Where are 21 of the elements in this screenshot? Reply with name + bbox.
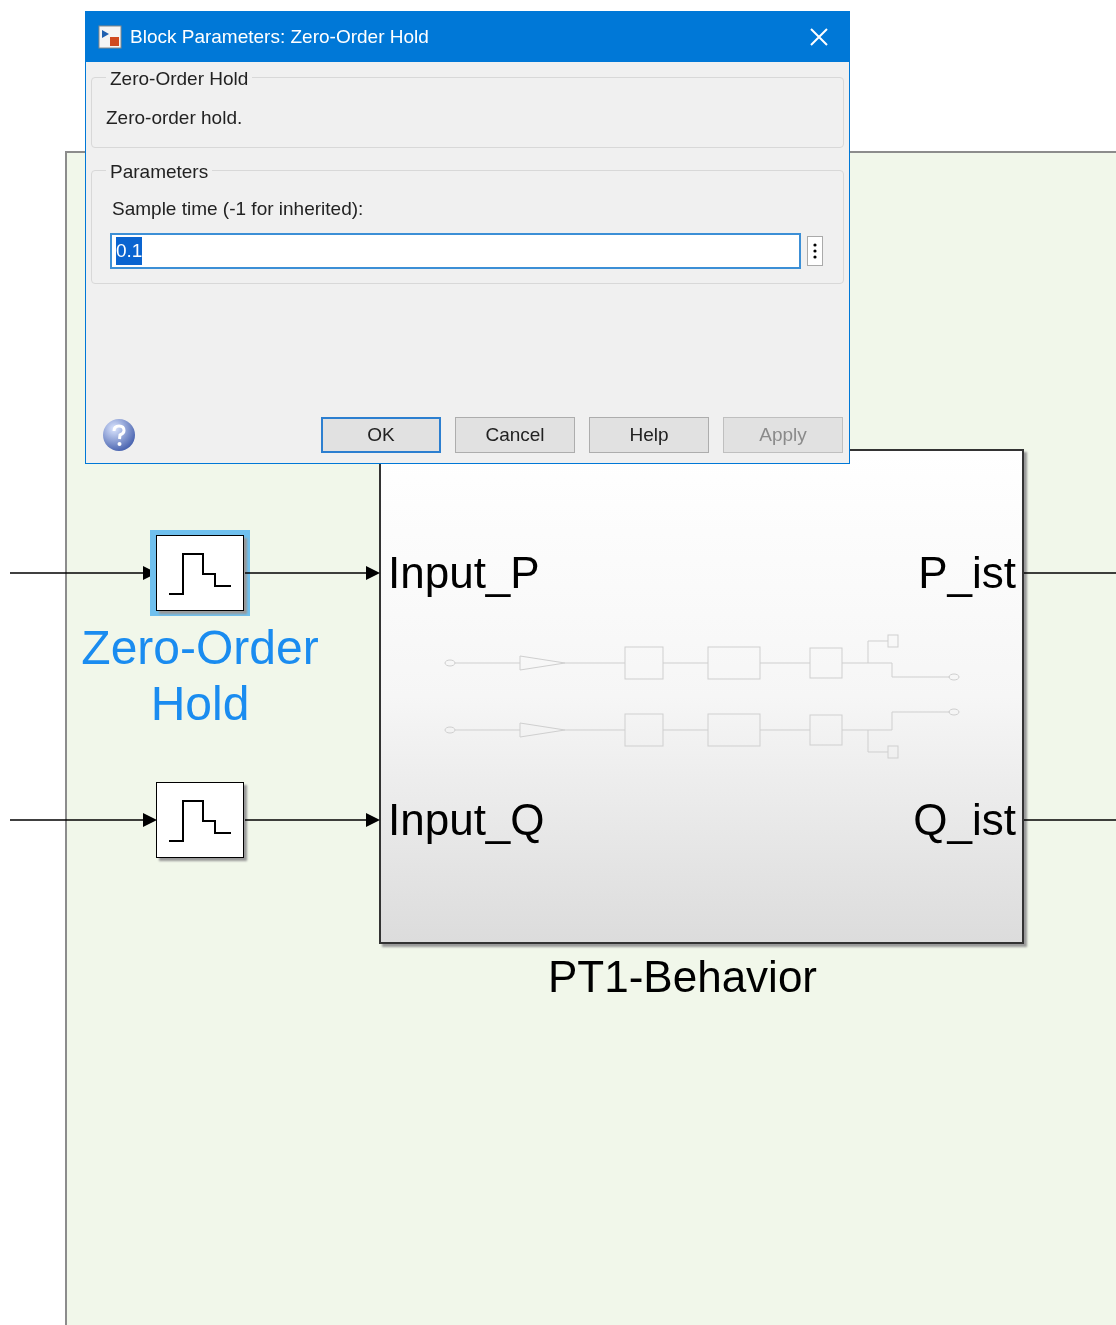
zero-order-hold-block[interactable] xyxy=(150,530,250,616)
subsystem-title: PT1-Behavior xyxy=(548,955,817,999)
field-label: Sample time (-1 for inherited): xyxy=(112,196,365,221)
window-title: Block Parameters: Zero-Order Hold xyxy=(130,24,430,49)
close-icon[interactable] xyxy=(809,27,829,47)
help-icon[interactable] xyxy=(102,418,136,452)
dialog-button[interactable]: Help xyxy=(589,417,709,453)
block-description: Zero-order hold. xyxy=(106,106,244,130)
output-port-label: P_ist xyxy=(918,551,1016,595)
block-diagram-icon xyxy=(98,25,122,49)
input-port-label: Input_Q xyxy=(388,798,545,842)
output-port-label: Q_ist xyxy=(913,798,1016,842)
dialog-button[interactable]: OK xyxy=(321,417,441,453)
more-options-icon[interactable] xyxy=(807,236,823,266)
block-label: Zero-Order Hold xyxy=(80,620,320,732)
subsystem-block[interactable] xyxy=(379,449,1024,944)
dialog-button[interactable]: Cancel xyxy=(455,417,575,453)
staircase-icon xyxy=(167,797,233,843)
staircase-icon xyxy=(167,550,233,596)
sample-time-field[interactable]: 0.1 xyxy=(110,233,801,269)
input-port-label: Input_P xyxy=(388,551,540,595)
